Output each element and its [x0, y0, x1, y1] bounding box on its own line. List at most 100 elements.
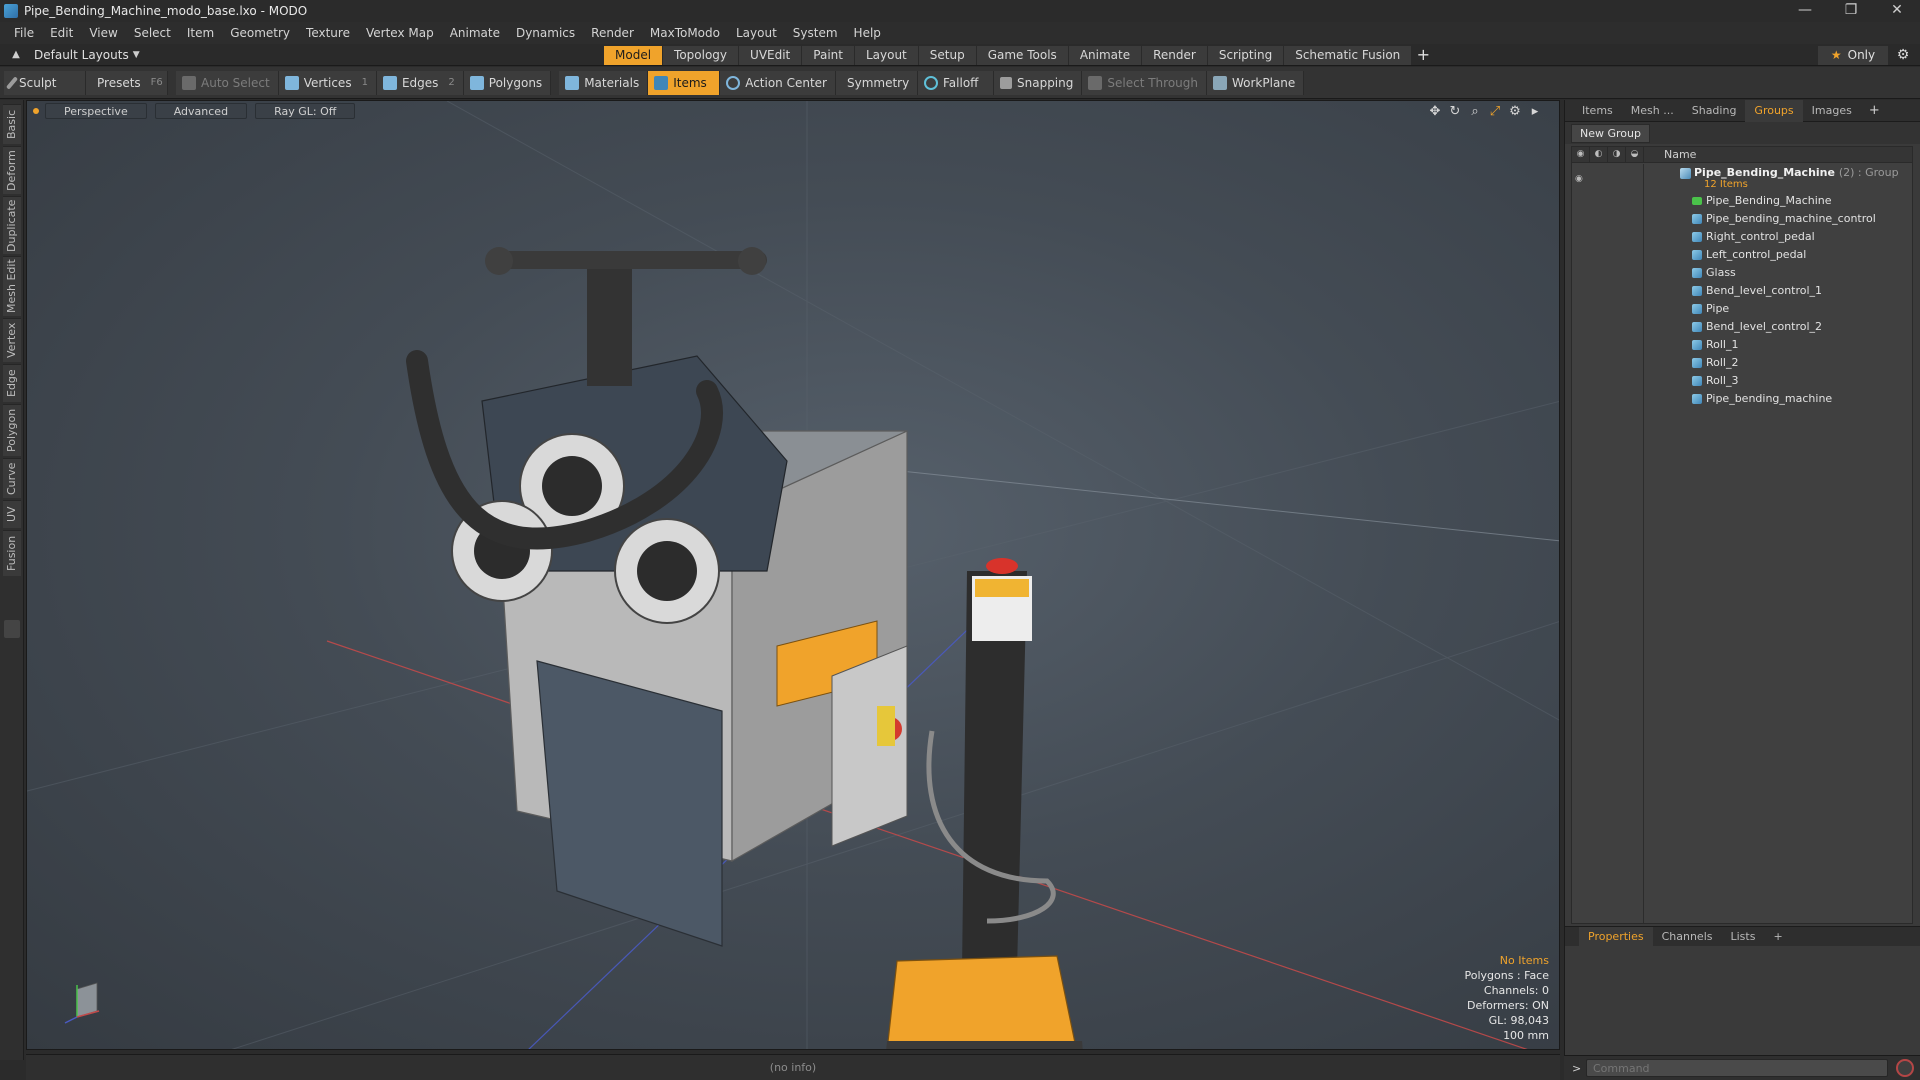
tab-basic[interactable]: Basic — [3, 104, 21, 144]
tree-item[interactable]: Pipe_bending_machine — [1572, 390, 1912, 408]
select-through-button[interactable]: Select Through — [1082, 70, 1207, 95]
falloff-button[interactable]: Falloff — [918, 70, 994, 95]
menu-select[interactable]: Select — [126, 22, 179, 44]
tree-item[interactable]: Roll_3 — [1572, 372, 1912, 390]
viewport-menu-dot[interactable] — [33, 108, 39, 114]
tab-setup[interactable]: Setup — [918, 46, 977, 65]
tab-layout[interactable]: Layout — [854, 46, 919, 65]
tab-animate[interactable]: Animate — [1068, 46, 1143, 65]
render-column-icon[interactable]: ◐ — [1590, 146, 1608, 163]
tab-deform[interactable]: Deform — [3, 146, 21, 194]
command-history-icon[interactable]: > — [1572, 1062, 1586, 1075]
tab-schematic-fusion[interactable]: Schematic Fusion — [1284, 46, 1413, 65]
visibility-column-icon[interactable]: ◉ — [1572, 146, 1590, 163]
fit-view-icon[interactable]: ⤢ — [1485, 104, 1505, 120]
tree-item[interactable]: Pipe_Bending_Machine — [1572, 192, 1912, 210]
tab-fusion[interactable]: Fusion — [3, 530, 21, 576]
minimize-button[interactable]: — — [1782, 0, 1828, 22]
menu-render[interactable]: Render — [583, 22, 642, 44]
tab-channels[interactable]: Channels — [1653, 927, 1722, 947]
rotate-icon[interactable]: ↻ — [1445, 104, 1465, 120]
zoom-icon[interactable]: ⌕ — [1465, 104, 1485, 120]
workplane-button[interactable]: WorkPlane — [1206, 70, 1305, 95]
menu-view[interactable]: View — [81, 22, 125, 44]
add-properties-tab-icon[interactable]: + — [1764, 927, 1791, 947]
tree-item[interactable]: Right_control_pedal — [1572, 228, 1912, 246]
tab-lists[interactable]: Lists — [1722, 927, 1765, 947]
tab-game-tools[interactable]: Game Tools — [976, 46, 1069, 65]
palette-toggle-button[interactable] — [4, 620, 20, 638]
tab-render[interactable]: Render — [1142, 46, 1208, 65]
symmetry-button[interactable]: Symmetry — [836, 70, 918, 95]
action-center-button[interactable]: Action Center — [720, 70, 836, 95]
tab-model[interactable]: Model — [604, 46, 664, 65]
tab-mesh[interactable]: Mesh ... — [1622, 100, 1683, 122]
tab-edge[interactable]: Edge — [3, 364, 21, 402]
tab-groups[interactable]: Groups — [1745, 99, 1803, 122]
tab-paint[interactable]: Paint — [802, 46, 855, 65]
viewport-settings-icon[interactable]: ⚙ — [1505, 104, 1525, 120]
viewport-expand-icon[interactable]: ▸ — [1525, 104, 1545, 120]
tree-item[interactable]: Roll_1 — [1572, 336, 1912, 354]
tree-item[interactable]: Pipe — [1572, 300, 1912, 318]
select-column-icon[interactable]: ◒ — [1626, 146, 1644, 163]
sculpt-button[interactable]: Sculpt — [4, 70, 86, 95]
lock-column-icon[interactable]: ◑ — [1608, 146, 1626, 163]
stop-icon[interactable] — [1896, 1059, 1914, 1077]
tab-uv[interactable]: UV — [3, 500, 21, 528]
tab-duplicate[interactable]: Duplicate — [3, 196, 21, 254]
layout-toggle-icon[interactable]: ▲ — [8, 47, 24, 63]
only-button[interactable]: ★ Only — [1818, 46, 1888, 65]
edges-button[interactable]: Edges 2 — [376, 70, 464, 95]
menu-vertex-map[interactable]: Vertex Map — [358, 22, 442, 44]
shading-mode-dropdown[interactable]: Advanced — [154, 103, 248, 119]
tree-item[interactable]: Left_control_pedal — [1572, 246, 1912, 264]
tab-topology[interactable]: Topology — [663, 46, 740, 65]
add-panel-tab-icon[interactable]: + — [1861, 103, 1888, 118]
materials-button[interactable]: Materials — [559, 70, 649, 95]
tree-item[interactable]: Bend_level_control_2 — [1572, 318, 1912, 336]
tab-images[interactable]: Images — [1803, 100, 1861, 122]
tab-properties[interactable]: Properties — [1579, 926, 1653, 947]
menu-geometry[interactable]: Geometry — [222, 22, 298, 44]
pan-icon[interactable]: ✥ — [1425, 104, 1445, 120]
eye-icon[interactable]: ◉ — [1575, 170, 1587, 184]
maximize-button[interactable]: ❐ — [1828, 0, 1874, 22]
raygl-toggle[interactable]: Ray GL: Off — [255, 103, 356, 119]
menu-edit[interactable]: Edit — [42, 22, 81, 44]
tab-shading[interactable]: Shading — [1683, 100, 1746, 122]
menu-system[interactable]: System — [785, 22, 846, 44]
menu-texture[interactable]: Texture — [298, 22, 358, 44]
3d-viewport[interactable]: Perspective Advanced Ray GL: Off ✥ ↻ ⌕ ⤢… — [26, 100, 1560, 1050]
new-group-button[interactable]: New Group — [1571, 123, 1650, 143]
vertices-button[interactable]: Vertices 1 — [278, 70, 377, 95]
menu-animate[interactable]: Animate — [442, 22, 508, 44]
tab-vertex[interactable]: Vertex — [3, 318, 21, 362]
menu-file[interactable]: File — [6, 22, 42, 44]
tab-mesh-edit[interactable]: Mesh Edit — [3, 256, 21, 316]
layout-selector[interactable]: ▲ Default Layouts ▼ — [0, 44, 140, 66]
menu-maxtomodo[interactable]: MaxToModo — [642, 22, 728, 44]
view-mode-dropdown[interactable]: Perspective — [45, 103, 147, 119]
tree-item[interactable]: Pipe_bending_machine_control — [1572, 210, 1912, 228]
tab-curve[interactable]: Curve — [3, 458, 21, 498]
tree-item[interactable]: Roll_2 — [1572, 354, 1912, 372]
menu-item[interactable]: Item — [179, 22, 222, 44]
group-row[interactable]: ◉ Pipe_Bending_Machine (2) : Group 12 It… — [1572, 164, 1912, 192]
tab-uvedit[interactable]: UVEdit — [739, 46, 803, 65]
close-button[interactable]: ✕ — [1874, 0, 1920, 22]
auto-select-button[interactable]: Auto Select — [176, 70, 279, 95]
tab-polygon[interactable]: Polygon — [3, 404, 21, 456]
tree-item[interactable]: Bend_level_control_1 — [1572, 282, 1912, 300]
add-tab-icon[interactable]: + — [1412, 46, 1434, 65]
command-input[interactable] — [1586, 1059, 1888, 1077]
tab-scripting[interactable]: Scripting — [1207, 46, 1285, 65]
tab-items[interactable]: Items — [1573, 100, 1622, 122]
presets-button[interactable]: Presets F6 — [86, 70, 168, 95]
tree-item[interactable]: Glass — [1572, 264, 1912, 282]
menu-help[interactable]: Help — [846, 22, 889, 44]
menu-dynamics[interactable]: Dynamics — [508, 22, 583, 44]
menu-layout[interactable]: Layout — [728, 22, 785, 44]
gear-icon[interactable]: ⚙ — [1894, 47, 1912, 65]
polygons-button[interactable]: Polygons — [463, 70, 552, 95]
